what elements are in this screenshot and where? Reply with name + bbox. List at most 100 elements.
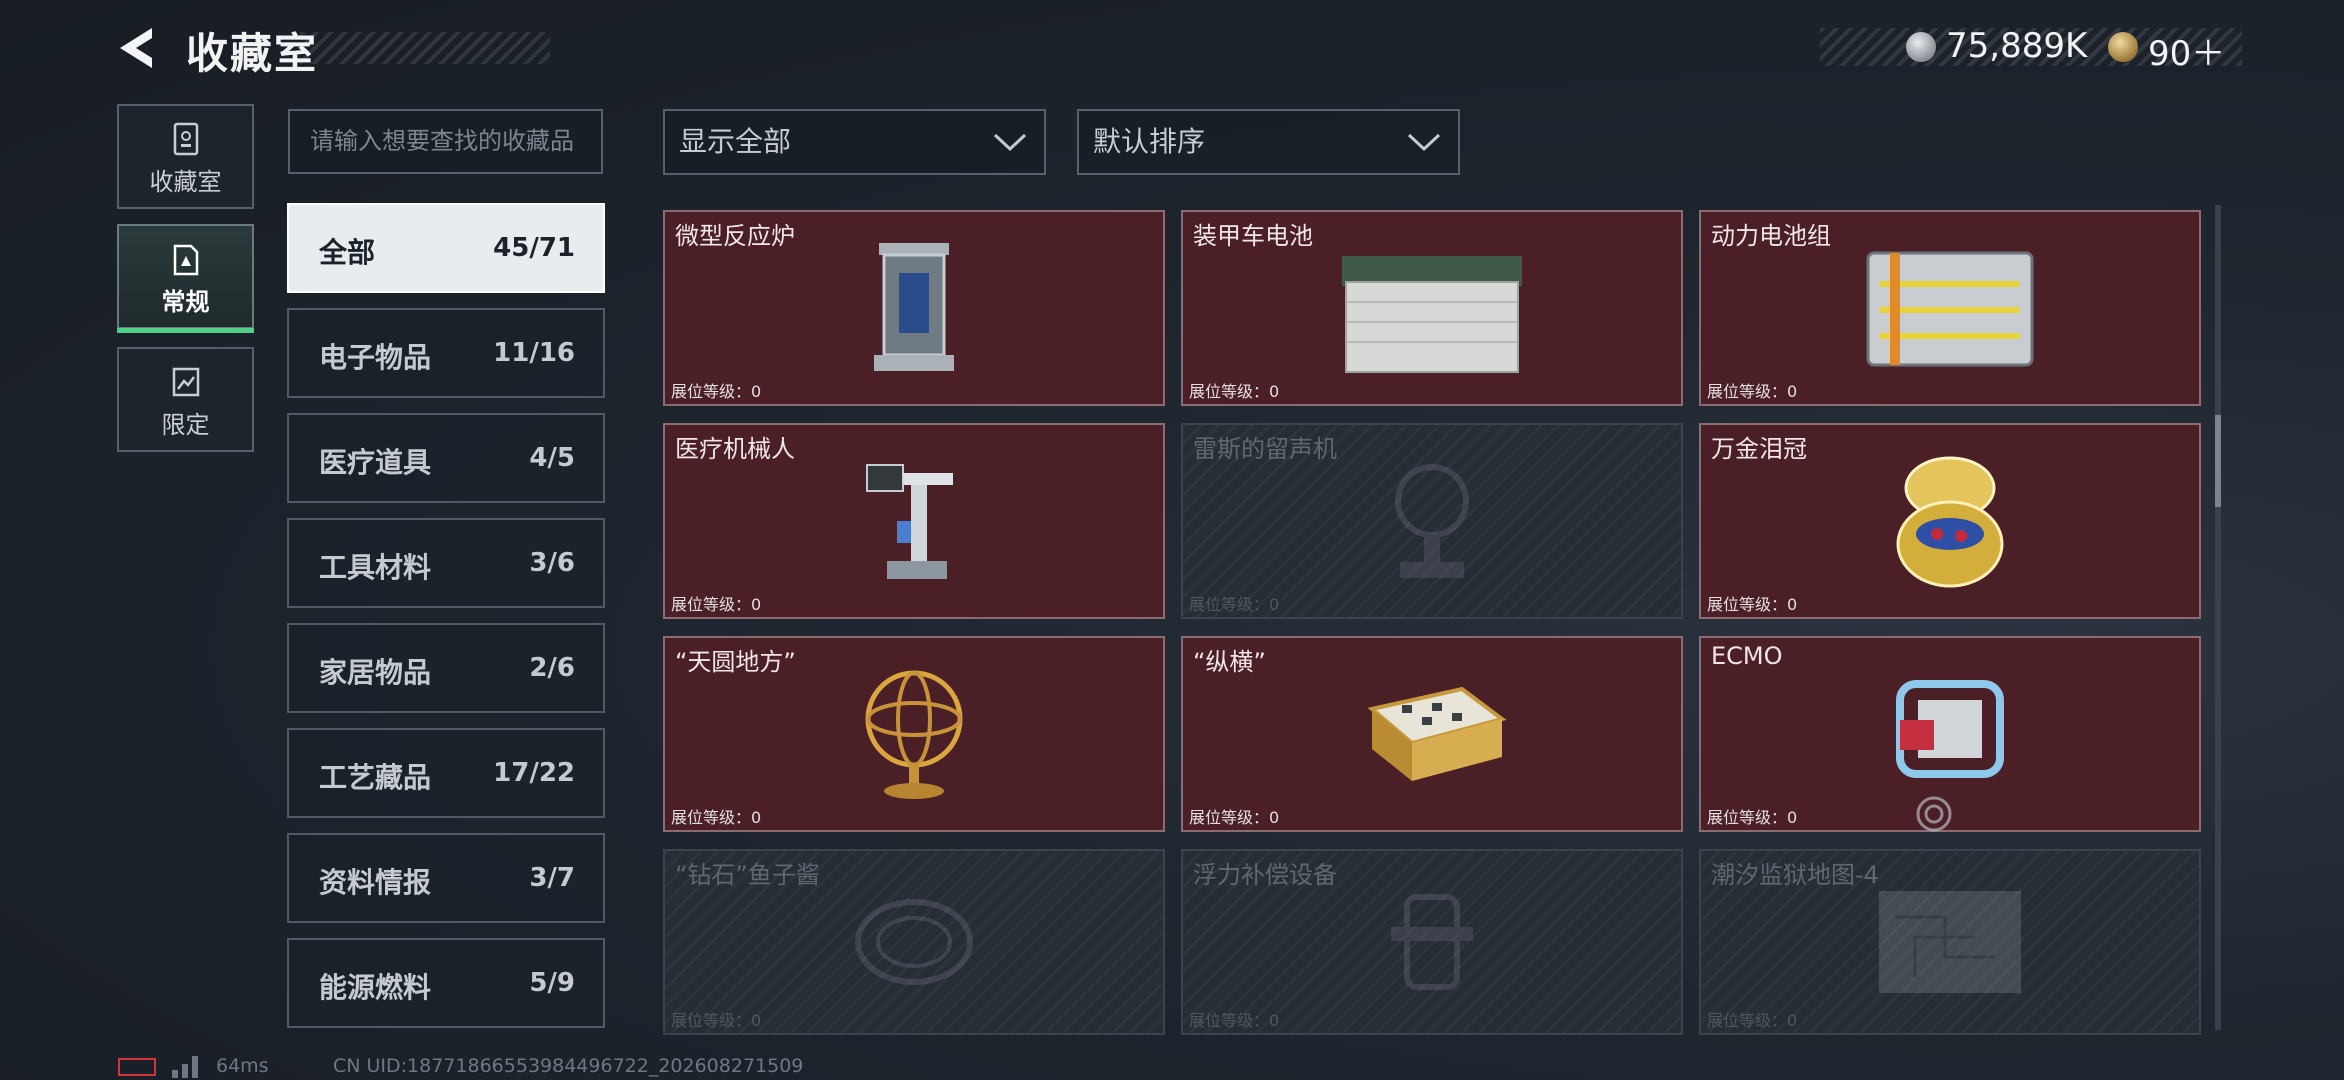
display-filter-value: 显示全部 [679,125,792,158]
medical-robot-icon [866,464,953,579]
item-level: 展位等级：0 [1189,382,1280,401]
caviar-tin-icon [855,899,973,985]
back-arrow-icon[interactable] [112,22,164,74]
collection-card[interactable]: 微型反应炉 展位等级：0 [663,210,1165,406]
collection-card-locked[interactable]: 雷斯的留声机 展位等级：0 [1181,423,1683,619]
collection-card[interactable]: 医疗机械人 展位等级：0 [663,423,1165,619]
signal-icon [172,1056,198,1078]
chevron-down-icon [1407,133,1441,152]
silver-currency-value: 75,889K [1946,26,2088,66]
item-name: 医疗机械人 [675,435,795,463]
category-name: 家居物品 [319,656,432,689]
buoyancy-device-icon [1391,894,1473,990]
battery-icon [118,1058,156,1076]
category-tools[interactable]: 工具材料 3/6 [287,518,605,608]
title-decoration [300,32,550,64]
gramophone-icon [1395,464,1469,578]
item-name: 动力电池组 [1711,222,1831,250]
item-name: 潮汐监狱地图-4 [1711,861,1879,889]
map-icon [1879,891,2021,993]
item-name: “纵横” [1193,648,1266,676]
item-level: 展位等级：0 [671,382,762,401]
chevron-down-icon [993,133,1027,152]
sort-value: 默认排序 [1093,125,1206,158]
ecmo-machine-icon [1896,680,2004,778]
item-level: 展位等级：0 [1707,382,1798,401]
item-level: 展位等级：0 [1189,1011,1280,1030]
collection-card[interactable]: 装甲车电池 展位等级：0 [1181,210,1683,406]
category-count: 2/6 [529,653,575,683]
category-all[interactable]: 全部 45/71 [287,203,605,293]
category-count: 45/71 [493,233,575,263]
item-name: 浮力补偿设备 [1193,861,1337,889]
search-input[interactable]: 请输入想要查找的收藏品 [288,109,603,174]
gold-coin-icon [2108,32,2138,62]
collection-card[interactable]: 动力电池组 展位等级：0 [1699,210,2201,406]
collection-card[interactable]: “天圆地方” 展位等级：0 [663,636,1165,832]
item-name: “天圆地方” [675,648,796,676]
page-title: 收藏室 [186,29,319,78]
category-household[interactable]: 家居物品 2/6 [287,623,605,713]
nav-item-collection-room[interactable]: 收藏室 [117,104,254,209]
category-medical[interactable]: 医疗道具 4/5 [287,413,605,503]
category-count: 3/6 [529,548,575,578]
item-level: 展位等级：0 [671,808,762,827]
category-name: 工艺藏品 [319,761,432,794]
item-level: 展位等级：0 [1707,595,1798,614]
trophy-case-icon [173,122,198,156]
sort-dropdown[interactable]: 默认排序 [1077,109,1460,175]
jeweled-egg-icon [1896,456,2004,588]
regular-collection-icon [173,244,198,276]
category-crafts[interactable]: 工艺藏品 17/22 [287,728,605,818]
category-count: 17/22 [493,758,575,788]
category-count: 3/7 [529,863,575,893]
collection-card-locked[interactable]: 潮汐监狱地图-4 展位等级：0 [1699,849,2201,1035]
category-energy[interactable]: 能源燃料 5/9 [287,938,605,1028]
collection-card-locked[interactable]: “钻石”鱼子酱 展位等级：0 [663,849,1165,1035]
item-level: 展位等级：0 [1707,808,1798,827]
category-intel[interactable]: 资料情报 3/7 [287,833,605,923]
item-name: 万金泪冠 [1711,435,1807,463]
collection-card-locked[interactable]: 浮力补偿设备 展位等级：0 [1181,849,1683,1035]
grid-scrollbar-thumb[interactable] [2215,415,2221,507]
gold-currency-value: 90＋ [2148,34,2226,74]
item-name: 雷斯的留声机 [1193,435,1337,463]
battery-pack-icon [1866,251,2034,367]
nav-item-limited[interactable]: 限定 [117,347,254,452]
item-level: 展位等级：0 [671,1011,762,1030]
display-filter-dropdown[interactable]: 显示全部 [663,109,1046,175]
nav-label: 收藏室 [149,168,222,196]
silver-coin-icon [1906,32,1936,62]
category-name: 医疗道具 [319,446,432,479]
item-name: ECMO [1711,642,1783,670]
item-level: 展位等级：0 [1189,808,1280,827]
reticle-icon [1916,796,1952,832]
category-name: 工具材料 [319,551,432,584]
category-name: 资料情报 [319,866,432,899]
category-electronics[interactable]: 电子物品 11/16 [287,308,605,398]
item-name: 微型反应炉 [675,222,795,250]
nav-item-regular[interactable]: 常规 [117,224,254,333]
limited-collection-icon [172,367,199,397]
item-name: 装甲车电池 [1193,222,1313,250]
collection-card[interactable]: “纵横” 展位等级：0 [1181,636,1683,832]
reactor-icon [874,243,954,371]
category-name: 全部 [319,236,376,269]
item-level: 展位等级：0 [1189,595,1280,614]
nav-label: 限定 [161,411,210,439]
category-count: 5/9 [529,968,575,998]
chess-box-icon [1367,686,1507,781]
category-name: 电子物品 [319,341,432,374]
item-name: “钻石”鱼子酱 [675,861,820,889]
category-count: 11/16 [493,338,575,368]
user-uid: CN UID:18771866553984496722_202608271509 [333,1055,804,1077]
item-level: 展位等级：0 [671,595,762,614]
category-count: 4/5 [529,443,575,473]
battery-icon [1342,256,1522,373]
category-name: 能源燃料 [319,971,432,1004]
grid-scrollbar-track[interactable] [2215,205,2221,1030]
item-level: 展位等级：0 [1707,1011,1798,1030]
nav-label: 常规 [161,288,210,316]
collection-card[interactable]: 万金泪冠 展位等级：0 [1699,423,2201,619]
ping-value: 64ms [216,1055,269,1077]
